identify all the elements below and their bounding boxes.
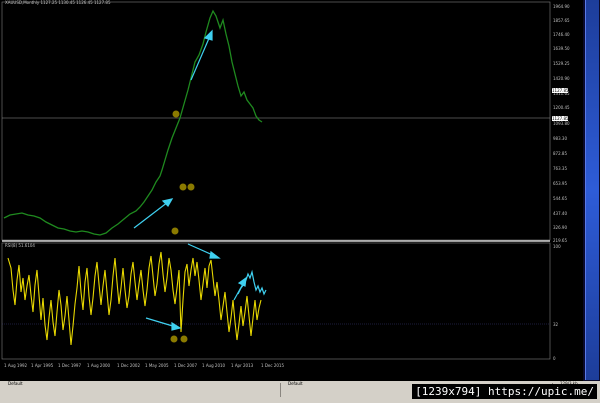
symbol-label: XAUUSD,Monthly 1127.25 1130.45 1126.45 1… [5, 0, 111, 5]
price-axis-label: 1529.25 [553, 61, 570, 66]
image-watermark: [1239x794] https://upic.me/ [412, 384, 597, 399]
price-axis-label: 1964.90 [553, 4, 570, 9]
price-axis-label: 437.40 [553, 211, 567, 216]
price-axis-label: 326.90 [553, 225, 567, 230]
rsi-axis-label: 100 [553, 244, 561, 249]
rsi-axis-label: 0 [553, 356, 556, 361]
marker-dot [180, 335, 188, 343]
chart-canvas[interactable] [0, 0, 583, 380]
rsi-arrow-down [187, 243, 221, 259]
price-axis-label: 544.65 [553, 196, 567, 201]
price-axis-label: 1200.45 [553, 105, 570, 110]
current-price-box: 1127.85 [552, 116, 569, 121]
price-axis-label: 653.95 [553, 181, 567, 186]
date-axis-label: 1 May 2005 [145, 363, 169, 368]
trend-arrow-up-1 [133, 198, 174, 229]
marker-dot [171, 227, 179, 235]
chart-window[interactable]: XAUUSD,Monthly 1127.25 1130.45 1126.45 1… [0, 0, 583, 380]
current-price-marker: 1127.85 [552, 88, 569, 93]
rsi-line [7, 251, 262, 346]
price-axis-label: 1420.90 [553, 76, 570, 81]
price-axis-label: 983.30 [553, 136, 567, 141]
status-center: Default [288, 381, 303, 386]
date-axis-label: 1 Aug 1992 [4, 363, 28, 368]
price-axis-label: 1639.50 [553, 46, 570, 51]
price-axis-label: 872.85 [553, 151, 567, 156]
date-axis-label: 1 Dec 2007 [174, 363, 198, 368]
marker-dot [187, 183, 195, 191]
price-axis-label: 1857.65 [553, 18, 570, 23]
price-axis-label: 763.35 [553, 166, 567, 171]
vertical-scrollbar[interactable] [585, 0, 599, 380]
date-axis-label: 1 Apr 1995 [31, 363, 54, 368]
status-divider [280, 383, 281, 397]
price-axis-label: 1093.80 [553, 121, 570, 126]
date-axis-label: 1 Dec 1997 [58, 363, 82, 368]
date-axis-label: 1 Aug 2000 [87, 363, 111, 368]
date-axis-label: 1 Dec 2002 [117, 363, 141, 368]
status-left: Default [8, 381, 23, 386]
marker-dot [170, 335, 178, 343]
date-axis-label: 1 Apr 2013 [231, 363, 254, 368]
price-axis-label: 219.65 [553, 238, 567, 243]
trend-arrow-up-2 [190, 29, 213, 81]
marker-dot [179, 183, 187, 191]
date-axis-label: 1 Aug 2010 [202, 363, 226, 368]
price-line [3, 9, 263, 236]
rsi-arrow-up [233, 276, 247, 301]
price-axis-label: 1746.40 [553, 32, 570, 37]
price-panel-frame [1, 1, 551, 241]
rsi-label: RSI(8) 51.6104 [5, 243, 35, 248]
date-axis-label: 1 Dec 2015 [261, 363, 285, 368]
rsi-panel-frame [1, 242, 551, 360]
rsi-axis-label: 32 [553, 322, 559, 327]
marker-dot [172, 110, 180, 118]
